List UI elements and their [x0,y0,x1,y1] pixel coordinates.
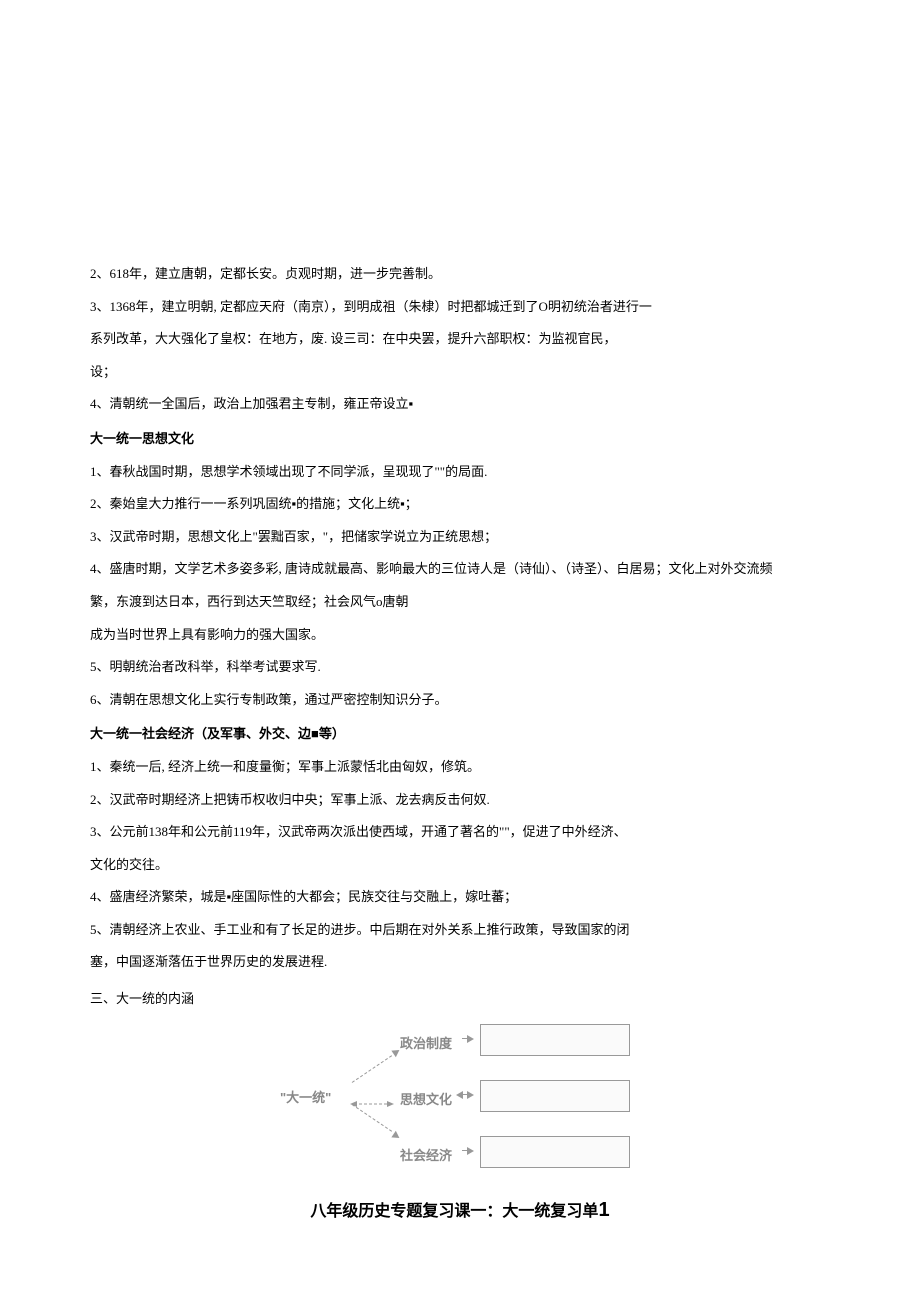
text: 系列改革，大大强化了皇权：在地方，废. 设三司：在中央罢，提升六部职权：为监视官… [90,331,617,346]
para-3: 3、1368年，建立明朝, 定都应天府（南京），到明成祖（朱棣）时把都城迁到了O… [90,293,830,322]
para-4: 4、清朝统一全国后，政治上加强君主专制，雍正帝设立▪ [90,390,830,419]
diagram: "大一统" 政治制度 思想文化 社会经济 [280,1024,640,1174]
text: 设； [90,364,116,379]
jingji-2: 2、汉武帝时期经济上把铸币权收归中央；军事上派、龙去病反击何奴. [90,786,830,815]
text: 3、汉武帝时期，思想文化上"罢黜百家，"，把储家学说立为正统思想； [90,529,497,544]
jingji-5b: 塞，中国逐渐落伍于世界历史的发展进程. [90,948,830,977]
text: 6、清朝在思想文化上实行专制政策，通过严密控制知识分子。 [90,692,448,707]
sixiang-4b: 繁，东渡到达日本，西行到达天竺取经；社会风气o唐朝 [90,588,830,617]
text: 1、秦统一后, 经济上统一和度量衡；军事上派蒙恬北由匈奴，修筑。 [90,759,480,774]
text: 文化的交往。 [90,857,168,872]
jingji-3b: 文化的交往。 [90,851,830,880]
text: 2、618年，建立唐朝，定都长安。贞观时期，进一步完善制。 [90,266,441,281]
text: 3、公元前138年和公元前119年，汉武帝两次派出使西域，开通了著名的""，促进… [90,824,627,839]
text: 繁，东渡到达日本，西行到达天竺取经；社会风气o唐朝 [90,594,409,609]
text: 2、秦始皇大力推行一一系列巩固统▪的措施；文化上统▪； [90,496,418,511]
arrow-box2-icon [456,1092,474,1098]
jingji-5: 5、清朝经济上农业、手工业和有了长足的进步。中后期在对外关系上推行政策，导致国家… [90,916,830,945]
sixiang-1: 1、春秋战国时期，思想学术领域出现了不同学派，呈现现了""的局面. [90,458,830,487]
diagram-box-2 [480,1080,630,1112]
diagram-container: "大一统" 政治制度 思想文化 社会经济 [90,1024,830,1174]
arrow-e-icon [350,1089,394,1097]
diagram-box-3 [480,1136,630,1168]
sixiang-4: 4、盛唐时期，文学艺术多姿多彩, 唐诗成就最高、影响最大的三位诗人是（诗仙）、（… [90,555,830,584]
text: 5、明朝统治者改科举，科举考试要求写. [90,659,321,674]
text: 4、盛唐时期，文学艺术多姿多彩, 唐诗成就最高、影响最大的三位诗人是（诗仙）、（… [90,561,773,576]
text: 3、1368年，建立明朝, 定都应天府（南京），到明成祖（朱棣）时把都城迁到了O… [90,299,652,314]
bottom-title: 八年级历史专题复习课一：大一统复习单1 [90,1188,830,1232]
text: 2、汉武帝时期经济上把铸币权收归中央；军事上派、龙去病反击何奴. [90,792,490,807]
text: 4、盛唐经济繁荣，城是▪座国际性的大都会；民族交往与交融上，嫁吐蕃； [90,889,517,904]
text: 1、春秋战国时期，思想学术领域出现了不同学派，呈现现了""的局面. [90,464,487,479]
diagram-box-1 [480,1024,630,1056]
heading-sixiang: 大一统一思想文化 [90,425,830,454]
text: 5、清朝经济上农业、手工业和有了长足的进步。中后期在对外关系上推行政策，导致国家… [90,922,630,937]
sixiang-4c: 成为当时世界上具有影响力的强大国家。 [90,621,830,650]
jingji-1: 1、秦统一后, 经济上统一和度量衡；军事上派蒙恬北由匈奴，修筑。 [90,753,830,782]
para-3b: 系列改革，大大强化了皇权：在地方，废. 设三司：在中央罢，提升六部职权：为监视官… [90,325,830,354]
bottom-prefix: 八年级历史专题复习课一：大一统复习单 [310,1203,598,1220]
diagram-node-3: 社会经济 [400,1142,452,1171]
jingji-3: 3、公元前138年和公元前119年，汉武帝两次派出使西域，开通了著名的""，促进… [90,818,830,847]
jingji-4: 4、盛唐经济繁荣，城是▪座国际性的大都会；民族交往与交融上，嫁吐蕃； [90,883,830,912]
sixiang-3: 3、汉武帝时期，思想文化上"罢黜百家，"，把储家学说立为正统思想； [90,523,830,552]
text: 4、清朝统一全国后，政治上加强君主专制，雍正帝设立▪ [90,396,413,411]
arrow-se-icon [350,1104,394,1132]
sixiang-6: 6、清朝在思想文化上实行专制政策，通过严密控制知识分子。 [90,686,830,715]
sixiang-2: 2、秦始皇大力推行一一系列巩固统▪的措施；文化上统▪； [90,490,830,519]
text: 塞，中国逐渐落伍于世界历史的发展进程. [90,954,327,969]
arrow-box3-icon [456,1148,474,1154]
heading-jingji: 大一统一社会经济（及军事、外交、边■等） [90,720,830,749]
arrow-ne-icon [350,1056,394,1084]
section-3-label: 三、大一统的内涵 [90,985,830,1014]
diagram-node-1: 政治制度 [400,1030,452,1059]
sixiang-5: 5、明朝统治者改科举，科举考试要求写. [90,653,830,682]
diagram-node-2: 思想文化 [400,1086,452,1115]
diagram-center: "大一统" [280,1084,331,1113]
arrow-box1-icon [456,1036,474,1042]
text: 成为当时世界上具有影响力的强大国家。 [90,627,324,642]
para-3c: 设； [90,358,830,387]
bottom-number: 1 [598,1199,609,1221]
para-2: 2、618年，建立唐朝，定都长安。贞观时期，进一步完善制。 [90,260,830,289]
